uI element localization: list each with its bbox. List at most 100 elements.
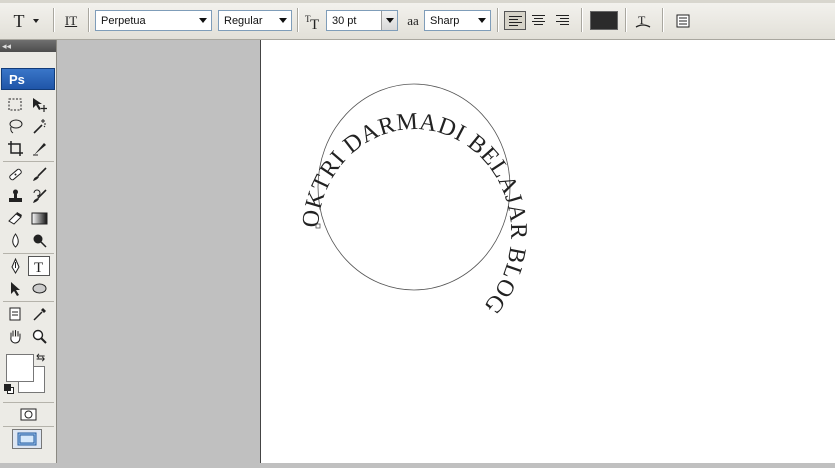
- toolbox: ◂◂ Ps T ⇆: [0, 40, 57, 463]
- separator: [625, 8, 626, 32]
- font-size-combo[interactable]: 30 pt: [326, 10, 398, 31]
- default-colors-icon[interactable]: [4, 384, 14, 394]
- screen-mode-icon: [17, 432, 37, 446]
- zoom-tool[interactable]: [28, 326, 50, 346]
- drop-icon: [11, 232, 19, 248]
- antialias-value: Sharp: [430, 14, 460, 27]
- foreground-color-swatch[interactable]: [6, 354, 34, 382]
- options-bar: T IT Perpetua Regular TT 30 pt aa Sharp: [0, 0, 835, 40]
- chevron-down-icon: [199, 18, 207, 23]
- move-tool[interactable]: [28, 94, 50, 114]
- canvas-pasteboard: [58, 40, 260, 463]
- separator: [581, 8, 582, 32]
- text-color-swatch[interactable]: [590, 11, 618, 30]
- font-style-select[interactable]: Regular: [218, 10, 292, 31]
- collapse-icon[interactable]: ◂◂: [2, 41, 11, 51]
- eyedropper-icon: [32, 307, 46, 321]
- antialias-select[interactable]: Sharp: [424, 10, 491, 31]
- quick-mask-icon: [20, 408, 36, 420]
- shape-tool[interactable]: [28, 278, 50, 298]
- quick-mask-button[interactable]: [17, 404, 39, 424]
- type-tool[interactable]: T: [28, 256, 50, 276]
- app-logo[interactable]: Ps: [1, 68, 55, 90]
- magnifier-icon: [32, 329, 47, 344]
- svg-text:T: T: [34, 260, 43, 275]
- gradient-tool[interactable]: [28, 208, 50, 228]
- slice-icon: [32, 142, 46, 155]
- type-tool-icon: T: [13, 10, 25, 31]
- chevron-down-icon[interactable]: [381, 11, 397, 30]
- crop-tool[interactable]: [4, 138, 26, 158]
- hand-tool[interactable]: [4, 326, 26, 346]
- eraser-icon: [7, 211, 22, 225]
- text-orientation-icon: IT: [64, 13, 78, 28]
- notes-icon: [9, 307, 20, 320]
- magic-wand-tool[interactable]: [28, 116, 50, 136]
- circle-text-artwork[interactable]: OKTRI DARMADI BELAJAR BLOG: [261, 40, 835, 463]
- brush-tool[interactable]: [28, 164, 50, 184]
- crop-icon: [7, 140, 23, 156]
- font-family-value: Perpetua: [101, 14, 146, 27]
- screen-mode-button[interactable]: [12, 429, 42, 449]
- align-right-icon: [556, 15, 569, 27]
- font-size-value: 30 pt: [332, 14, 357, 27]
- marquee-tool[interactable]: [4, 94, 26, 114]
- separator: [3, 402, 54, 403]
- pen-tool[interactable]: [4, 256, 26, 276]
- align-left-icon: [509, 16, 522, 28]
- separator: [3, 426, 54, 427]
- stamp-icon: [8, 189, 22, 202]
- pen-icon: [10, 257, 20, 274]
- eyedropper-tool[interactable]: [28, 304, 50, 324]
- font-family-select[interactable]: Perpetua: [95, 10, 212, 31]
- notes-tool[interactable]: [4, 304, 26, 324]
- path-text-content: OKTRI DARMADI BELAJAR BLOG: [298, 109, 531, 319]
- window-top-strip: [0, 0, 835, 3]
- type-icon: T: [34, 260, 43, 275]
- chevron-down-icon: [32, 19, 39, 23]
- history-brush-tool[interactable]: [28, 186, 50, 206]
- swap-colors-icon[interactable]: ⇆: [36, 351, 45, 364]
- align-left-button[interactable]: [504, 11, 526, 30]
- clone-stamp-tool[interactable]: [4, 186, 26, 206]
- toggle-palettes-button[interactable]: [672, 10, 694, 32]
- chevron-down-icon: [279, 18, 287, 23]
- separator: [3, 301, 54, 302]
- antialias-icon: aa: [403, 11, 423, 31]
- hand-icon: [9, 329, 20, 344]
- toolbox-header[interactable]: ◂◂: [0, 40, 56, 52]
- separator: [3, 253, 54, 254]
- svg-text:T: T: [310, 17, 319, 30]
- font-size-icon: TT: [303, 11, 325, 31]
- align-center-button[interactable]: [528, 11, 550, 30]
- toggle-text-orientation-button[interactable]: IT: [60, 10, 82, 32]
- slice-tool[interactable]: [28, 138, 50, 158]
- gradient-icon: [31, 212, 47, 224]
- path-text[interactable]: OKTRI DARMADI BELAJAR BLOG: [298, 109, 531, 319]
- text-color-fill: [591, 12, 617, 29]
- separator: [297, 8, 298, 32]
- blur-tool[interactable]: [4, 230, 26, 250]
- separator: [53, 8, 54, 32]
- path-selection-icon: [10, 281, 20, 296]
- antialias-glyph: aa: [407, 13, 419, 28]
- chevron-down-icon: [478, 18, 486, 23]
- font-style-value: Regular: [224, 14, 263, 27]
- bandage-icon: [8, 168, 22, 180]
- warp-text-icon: T: [635, 13, 651, 28]
- lasso-tool[interactable]: [4, 116, 26, 136]
- document-canvas[interactable]: OKTRI DARMADI BELAJAR BLOG: [260, 40, 835, 463]
- eraser-tool[interactable]: [4, 208, 26, 228]
- marquee-icon: [8, 98, 21, 110]
- warp-text-button[interactable]: T: [632, 10, 654, 32]
- dodge-tool[interactable]: [28, 230, 50, 250]
- tool-preset-picker[interactable]: T: [8, 10, 44, 32]
- separator: [3, 161, 54, 162]
- separator: [662, 8, 663, 32]
- healing-brush-tool[interactable]: [4, 164, 26, 184]
- lasso-icon: [9, 119, 22, 133]
- separator: [497, 8, 498, 32]
- path-selection-tool[interactable]: [4, 278, 26, 298]
- align-right-button[interactable]: [552, 11, 574, 30]
- magic-wand-icon: [32, 118, 46, 134]
